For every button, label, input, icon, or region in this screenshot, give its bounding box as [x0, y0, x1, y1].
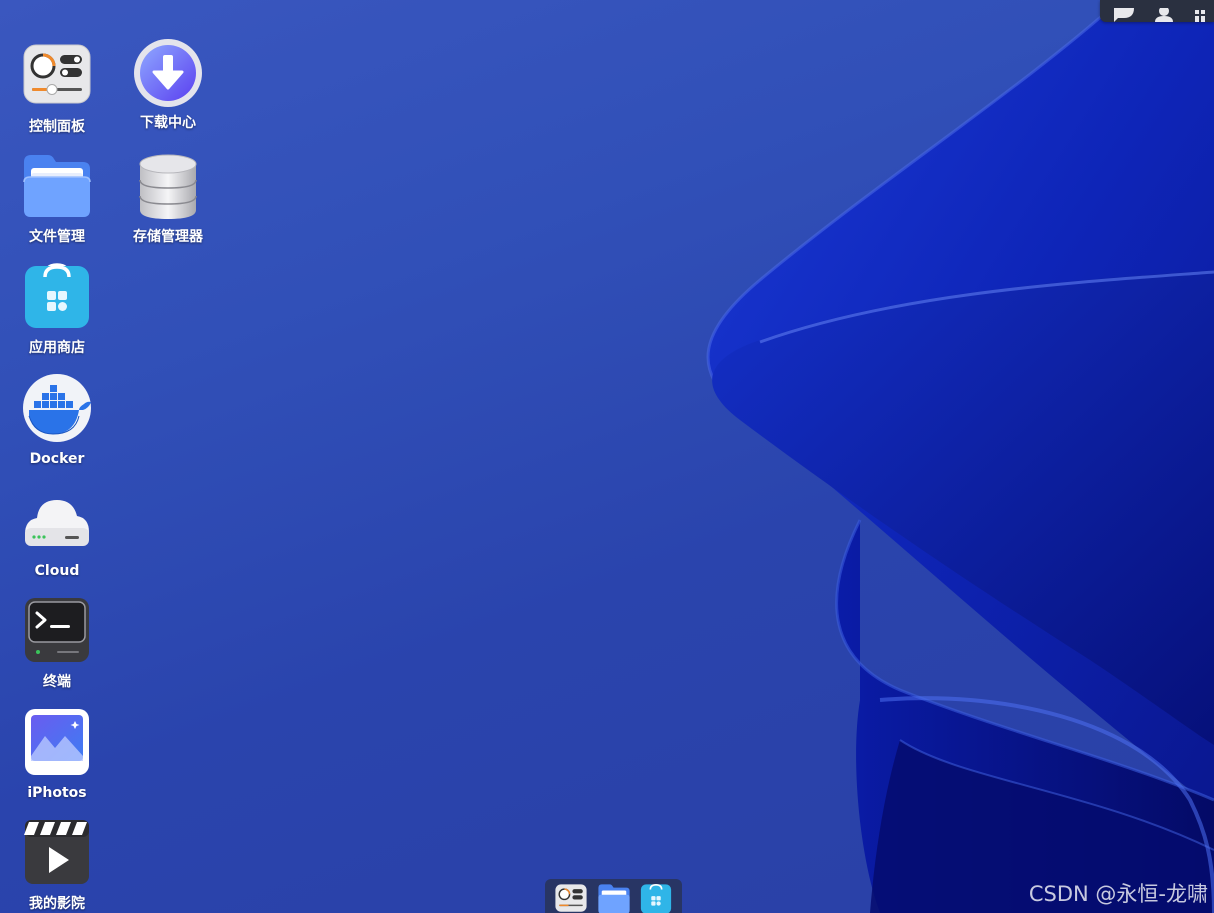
dock-file-manager-icon[interactable]: [597, 882, 631, 913]
dock-app-store-icon[interactable]: [639, 882, 673, 913]
desktop-icon-my-cinema[interactable]: 我的影院: [5, 817, 109, 913]
storage-manager-icon: [139, 154, 197, 219]
desktop-icon-label: Docker: [29, 451, 85, 467]
terminal-icon: [25, 598, 89, 662]
app-store-icon: [25, 263, 89, 328]
desktop-icon-label: Cloud: [34, 563, 80, 579]
desktop-icon-app-store[interactable]: 应用商店: [5, 261, 109, 357]
cloud-icon: [25, 500, 89, 546]
my-cinema-icon: [24, 820, 89, 884]
desktop-icon-label: 应用商店: [29, 340, 85, 356]
desktop: 控制面板 下载中心 文件管理 存储管理器 应用商店 Docker Cloud 终…: [0, 0, 1214, 913]
desktop-icon-control-panel[interactable]: 控制面板: [5, 40, 109, 136]
iphotos-icon: [25, 709, 89, 775]
desktop-icon-label: 终端: [43, 674, 71, 690]
desktop-icon-docker[interactable]: Docker: [5, 372, 109, 468]
desktop-icon-file-manager[interactable]: 文件管理: [5, 150, 109, 246]
top-system-bar: [1100, 0, 1214, 22]
dock-control-panel-icon[interactable]: [554, 882, 588, 913]
desktop-icon-download-center[interactable]: 下载中心: [116, 36, 220, 132]
desktop-icon-terminal[interactable]: 终端: [5, 595, 109, 691]
desktop-icon-storage-manager[interactable]: 存储管理器: [116, 150, 220, 246]
desktop-icon-label: 存储管理器: [133, 229, 203, 245]
user-icon[interactable]: [1152, 8, 1176, 22]
chat-icon[interactable]: [1112, 8, 1136, 22]
download-center-icon: [134, 39, 202, 107]
control-panel-icon: [23, 44, 91, 104]
grid-icon[interactable]: [1192, 8, 1206, 22]
watermark: CSDN @永恒-龙啸: [1028, 882, 1208, 906]
docker-icon: [23, 374, 91, 442]
dock: [545, 879, 682, 913]
wallpaper: [706, 0, 1214, 913]
file-manager-icon: [23, 155, 91, 217]
desktop-icon-label: 控制面板: [29, 119, 85, 135]
desktop-icon-label: 下载中心: [140, 115, 196, 131]
desktop-icon-label: iPhotos: [27, 785, 87, 801]
desktop-icon-label: 文件管理: [29, 229, 85, 245]
desktop-icon-label: 我的影院: [29, 896, 85, 912]
desktop-icon-cloud[interactable]: Cloud: [5, 484, 109, 580]
desktop-icon-iphotos[interactable]: iPhotos: [5, 706, 109, 802]
